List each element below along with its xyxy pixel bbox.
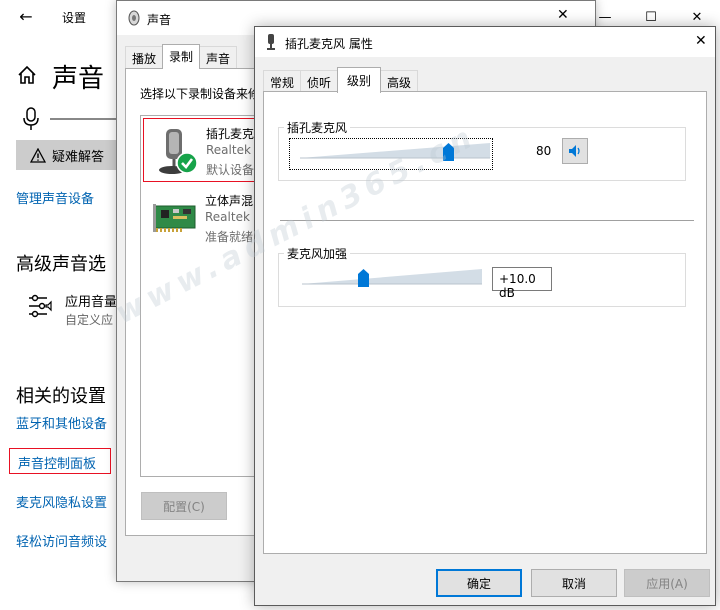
slider-track (302, 269, 482, 285)
microphone-boost-slider[interactable] (302, 268, 482, 288)
tab-advanced[interactable]: 高级 (380, 70, 419, 92)
speaker-icon (128, 10, 140, 26)
advanced-sound-heading: 高级声音选 (16, 254, 106, 275)
microphone-icon (23, 107, 39, 130)
ease-of-access-audio-link[interactable]: 轻松访问音频设 (16, 531, 107, 550)
slider-thumb[interactable] (358, 269, 369, 287)
sound-dialog-tabs: 播放 录制 声音 (125, 44, 238, 69)
slider-track (300, 143, 490, 159)
microphone-boost-value: +10.0 dB (492, 267, 552, 300)
troubleshoot-label: 疑难解答 (52, 149, 105, 165)
microphone-level-label: 插孔麦克风 (284, 119, 351, 136)
manage-sound-devices-link[interactable]: 管理声音设备 (16, 188, 94, 207)
microphone-device-icon (159, 129, 198, 174)
microphone-level-value: 80 (536, 144, 552, 158)
sound-control-panel-link[interactable]: 声音控制面板 (9, 448, 111, 474)
close-icon[interactable]: ✕ (695, 33, 707, 49)
tab-levels[interactable]: 级别 (337, 67, 382, 93)
device-status: 准备就绪 (205, 230, 254, 244)
tab-listen[interactable]: 侦听 (300, 70, 339, 92)
input-level-bar (50, 118, 120, 120)
tab-recording[interactable]: 录制 (162, 44, 201, 69)
tab-playback[interactable]: 播放 (125, 46, 164, 68)
related-settings-heading: 相关的设置 (16, 386, 106, 407)
page-title: 声音 (52, 64, 105, 94)
device-name: 立体声混 (205, 194, 254, 208)
sound-dialog-title: 声音 (147, 13, 172, 27)
section-divider (280, 220, 694, 221)
warning-icon (30, 147, 46, 163)
microphone-level-slider[interactable] (300, 142, 490, 162)
back-arrow-icon[interactable]: ← (14, 6, 38, 28)
recording-instruction: 选择以下录制设备来修 (140, 87, 261, 101)
ok-button[interactable]: 确定 (436, 569, 522, 597)
close-icon[interactable]: ✕ (557, 7, 569, 23)
bluetooth-devices-link[interactable]: 蓝牙和其他设备 (16, 413, 107, 432)
tab-sounds[interactable]: 声音 (199, 46, 238, 68)
device-driver: Realtek (206, 143, 251, 157)
slider-thumb[interactable] (443, 143, 454, 161)
properties-titlebar: 插孔麦克风 属性 ✕ (255, 27, 715, 57)
troubleshoot-button[interactable]: 疑难解答 (16, 140, 120, 170)
settings-window-title: 设置 (62, 11, 87, 25)
microphone-properties-dialog: 插孔麦克风 属性 ✕ 常规 侦听 级别 高级 插孔麦克风 80 麦克风加强 +1… (254, 26, 716, 606)
home-icon[interactable] (16, 64, 38, 86)
microphone-icon (267, 34, 275, 50)
tab-general[interactable]: 常规 (263, 70, 302, 92)
levels-tab-panel: 插孔麦克风 80 麦克风加强 +10.0 dB (263, 91, 707, 554)
cancel-button[interactable]: 取消 (531, 569, 617, 597)
properties-tabs: 常规 侦听 级别 高级 (263, 67, 419, 93)
device-name: 插孔麦克 (206, 127, 255, 141)
configure-button[interactable]: 配置(C) (141, 492, 227, 520)
app-volume-title[interactable]: 应用音量 (65, 291, 117, 310)
microphone-boost-label: 麦克风加强 (284, 245, 351, 262)
apply-button[interactable]: 应用(A) (624, 569, 710, 597)
app-volume-mixer-icon (29, 294, 52, 318)
mute-toggle-button[interactable] (562, 138, 588, 164)
app-volume-subtitle: 自定义应 (65, 313, 114, 327)
properties-title: 插孔麦克风 属性 (285, 37, 373, 51)
speaker-icon (569, 145, 580, 157)
sound-card-icon (153, 204, 196, 232)
device-driver: Realtek (205, 210, 250, 224)
device-status: 默认设备 (206, 163, 255, 177)
microphone-privacy-link[interactable]: 麦克风隐私设置 (16, 492, 107, 511)
